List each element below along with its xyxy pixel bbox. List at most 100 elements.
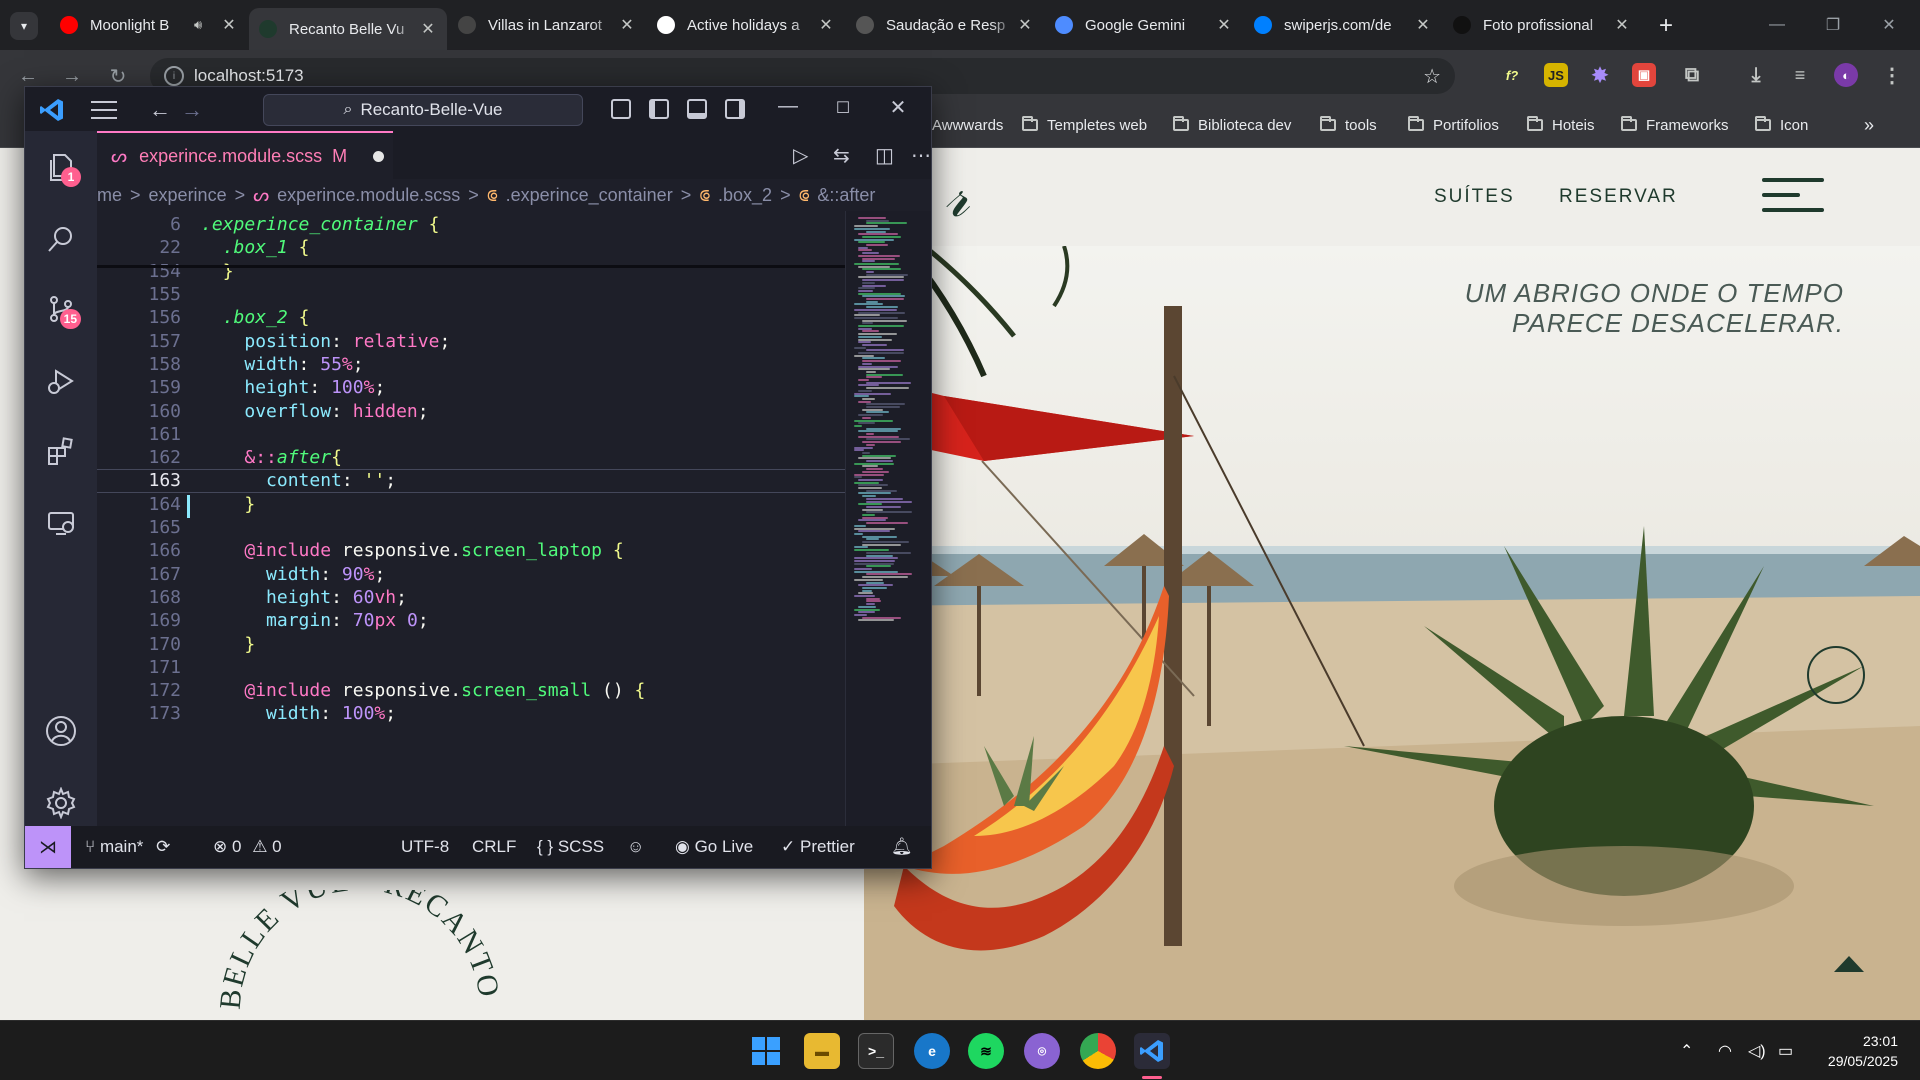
download-icon[interactable]: ⤓ bbox=[1744, 63, 1768, 87]
breadcrumb-file[interactable]: experince.module.scss bbox=[277, 185, 460, 206]
close-tab-icon[interactable]: ✕ bbox=[618, 15, 636, 35]
close-tab-icon[interactable]: ✕ bbox=[220, 15, 238, 35]
explorer-icon[interactable]: 1 bbox=[39, 145, 83, 189]
code-line[interactable]: 164 } bbox=[97, 493, 845, 516]
nav-suites-link[interactable]: SUÍTES bbox=[1434, 186, 1515, 208]
unsaved-dot-icon[interactable] bbox=[373, 150, 385, 162]
editor-tab-experince-scss[interactable]: ᔕ experince.module.scss M bbox=[97, 131, 393, 179]
tab-search-button[interactable]: ▾ bbox=[10, 12, 38, 40]
code-line[interactable]: 156 .box_2 { bbox=[97, 306, 845, 329]
encoding-indicator[interactable]: UTF-8 bbox=[401, 837, 449, 857]
github-icon[interactable]: ⌾ bbox=[1024, 1033, 1060, 1069]
close-tab-icon[interactable]: ✕ bbox=[1414, 15, 1432, 35]
close-tab-icon[interactable]: ✕ bbox=[817, 15, 835, 35]
battery-icon[interactable]: ▭ bbox=[1778, 1041, 1793, 1061]
open-changes-icon[interactable]: ⇆ bbox=[833, 143, 850, 168]
speaker-icon[interactable]: 🔊︎ bbox=[194, 17, 212, 33]
close-tab-icon[interactable]: ✕ bbox=[419, 19, 437, 39]
close-tab-icon[interactable]: ✕ bbox=[1613, 15, 1631, 35]
code-line[interactable]: 154 } bbox=[97, 260, 845, 283]
scroll-top-arrow-icon[interactable] bbox=[1834, 956, 1864, 972]
toggle-secondary-sidebar-icon[interactable] bbox=[725, 99, 745, 119]
code-line[interactable]: 159 height: 100%; bbox=[97, 376, 845, 399]
customize-layout-icon[interactable] bbox=[611, 99, 631, 119]
run-debug-icon[interactable] bbox=[39, 359, 83, 403]
code-line[interactable]: 165 bbox=[97, 516, 845, 539]
split-editor-icon[interactable]: ◫ bbox=[875, 143, 894, 168]
menu-icon[interactable] bbox=[91, 101, 117, 125]
minimap[interactable] bbox=[845, 211, 931, 826]
edge-icon[interactable]: e bbox=[914, 1033, 950, 1069]
media-control-icon[interactable]: ≡ bbox=[1788, 63, 1812, 87]
breadcrumb-folder-1[interactable]: me bbox=[97, 185, 122, 206]
close-tab-icon[interactable]: ✕ bbox=[1016, 15, 1034, 35]
bookmark-folder[interactable]: Hoteis bbox=[1527, 114, 1595, 136]
site-logo[interactable]: 𝓇 bbox=[944, 162, 969, 231]
code-line[interactable]: 160 overflow: hidden; bbox=[97, 399, 845, 422]
code-line[interactable]: 155 bbox=[97, 283, 845, 306]
code-line[interactable]: 171 bbox=[97, 656, 845, 679]
breadcrumb-symbol-1[interactable]: .experince_container bbox=[506, 185, 673, 206]
browser-tab[interactable]: Villas in Lanzarot ✕ bbox=[448, 8, 646, 42]
code-line[interactable]: 169 margin: 70px 0; bbox=[97, 609, 845, 632]
spotify-icon[interactable]: ≋ bbox=[968, 1033, 1004, 1069]
language-mode[interactable]: { } SCSS bbox=[537, 837, 604, 857]
code-line[interactable]: 157 position: relative; bbox=[97, 330, 845, 353]
code-line[interactable]: 168 height: 60vh; bbox=[97, 586, 845, 609]
gear-extension-icon[interactable]: ✸ bbox=[1588, 63, 1612, 87]
accounts-icon[interactable] bbox=[39, 709, 83, 753]
bookmark-star-icon[interactable]: ☆ bbox=[1423, 64, 1441, 89]
run-file-icon[interactable]: ▷ bbox=[793, 143, 808, 168]
problems-indicator[interactable]: ⊗ 0 ⚠ 0 bbox=[213, 837, 282, 857]
minimize-button[interactable]: — bbox=[1754, 10, 1800, 40]
windows-start-icon[interactable] bbox=[748, 1033, 784, 1069]
bookmark-folder[interactable]: Biblioteca dev bbox=[1173, 114, 1291, 136]
sticky-scroll-line[interactable]: 6 .experince_container { bbox=[97, 213, 845, 237]
browser-tab[interactable]: Active holidays a ✕ bbox=[647, 8, 845, 42]
sticky-scroll-line[interactable]: 22 .box_1 { bbox=[97, 236, 845, 260]
toggle-sidebar-icon[interactable] bbox=[649, 99, 669, 119]
code-line[interactable]: 161 bbox=[97, 423, 845, 446]
bookmark-folder[interactable]: Awwwards bbox=[932, 114, 1003, 136]
git-branch[interactable]: ⑂ main* ⟳ bbox=[85, 837, 170, 857]
browser-tab[interactable]: Saudação e Resp ✕ bbox=[846, 8, 1044, 42]
git-change-marker[interactable] bbox=[187, 494, 190, 518]
extensions-puzzle-icon[interactable]: ⧉ bbox=[1680, 63, 1704, 87]
go-back-icon[interactable]: ← bbox=[149, 97, 171, 123]
code-line[interactable]: 166 @include responsive.screen_laptop { bbox=[97, 539, 845, 562]
breadcrumb-symbol-3[interactable]: &::after bbox=[817, 185, 875, 206]
browser-tab[interactable]: Google Gemini ✕ bbox=[1045, 8, 1243, 42]
chrome-menu-icon[interactable]: ⋮ bbox=[1880, 63, 1904, 87]
profile-avatar[interactable]: ◐ bbox=[1834, 63, 1858, 87]
browser-tab[interactable]: swiperjs.com/de ✕ bbox=[1244, 8, 1442, 42]
terminal-icon[interactable]: >_ bbox=[858, 1033, 894, 1069]
wifi-icon[interactable]: ◠ bbox=[1718, 1041, 1732, 1061]
vscode-taskbar-icon[interactable] bbox=[1134, 1033, 1170, 1069]
bookmark-folder[interactable]: Frameworks bbox=[1621, 114, 1729, 136]
bookmark-folder[interactable]: Portifolios bbox=[1408, 114, 1499, 136]
browser-tab[interactable]: Recanto Belle Vu ✕ bbox=[249, 8, 447, 50]
file-explorer-icon[interactable]: ▬ bbox=[804, 1033, 840, 1069]
remote-explorer-icon[interactable] bbox=[39, 501, 83, 545]
sync-icon[interactable]: ⟳ bbox=[156, 837, 170, 856]
code-line[interactable]: 173 width: 100%; bbox=[97, 702, 845, 725]
copilot-icon[interactable]: ☺ bbox=[627, 837, 644, 857]
fx-extension-icon[interactable]: f? bbox=[1500, 63, 1524, 87]
vscode-maximize-button[interactable]: ☐ bbox=[828, 98, 858, 118]
code-editor[interactable]: 6 .experince_container {22 .box_1 {154 } 1… bbox=[97, 211, 845, 826]
source-control-icon[interactable]: 15 bbox=[39, 287, 83, 331]
prettier-indicator[interactable]: ✓ Prettier bbox=[781, 837, 855, 857]
site-info-icon[interactable]: i bbox=[164, 66, 184, 86]
chrome-icon[interactable] bbox=[1080, 1033, 1116, 1069]
system-clock[interactable]: 23:01 29/05/2025 bbox=[1828, 1031, 1898, 1071]
bookmark-folder[interactable]: Icon bbox=[1755, 114, 1808, 136]
bookmark-folder[interactable]: Templetes web bbox=[1022, 114, 1147, 136]
nav-reservar-link[interactable]: RESERVAR bbox=[1559, 186, 1678, 208]
eol-indicator[interactable]: CRLF bbox=[472, 837, 516, 857]
volume-icon[interactable]: ◁) bbox=[1748, 1041, 1766, 1061]
settings-gear-icon[interactable] bbox=[39, 781, 83, 825]
toggle-panel-icon[interactable] bbox=[687, 99, 707, 119]
vscode-minimize-button[interactable]: — bbox=[773, 95, 803, 118]
close-tab-icon[interactable]: ✕ bbox=[1215, 15, 1233, 35]
code-line[interactable]: 163 content: ''; bbox=[97, 469, 845, 493]
